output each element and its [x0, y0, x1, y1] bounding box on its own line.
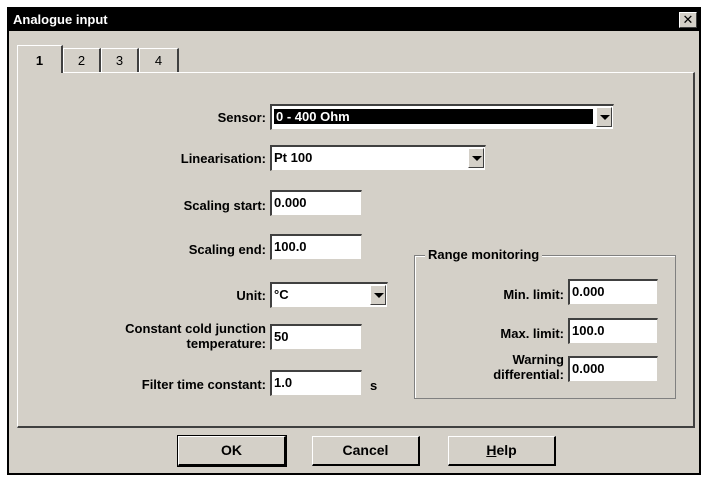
max-limit-label: Max. limit: — [500, 326, 564, 341]
filter-label: Filter time constant: — [141, 377, 266, 392]
ok-button[interactable]: OK — [177, 435, 287, 467]
window-title: Analogue input — [13, 12, 108, 27]
help-button-label: elp — [496, 442, 517, 458]
unit-label: Unit: — [236, 288, 266, 303]
chevron-down-icon[interactable] — [468, 148, 484, 168]
warning-differential-input[interactable]: 0.000 — [568, 356, 658, 382]
filter-input[interactable]: 1.0 — [270, 370, 362, 396]
warning-label-line2: differential: — [493, 367, 564, 382]
cold-junction-label: Constant cold junction temperature: — [96, 321, 266, 351]
tab-1[interactable]: 1 — [17, 45, 63, 73]
cold-junction-input[interactable]: 50 — [270, 324, 362, 350]
cold-junction-label-line1: Constant cold junction — [125, 321, 266, 336]
linearisation-dropdown[interactable]: Pt 100 — [270, 145, 486, 171]
scaling-end-label: Scaling end: — [188, 242, 266, 257]
sensor-label: Sensor: — [217, 110, 266, 125]
scaling-start-label: Scaling start: — [183, 198, 266, 213]
title-bar[interactable]: Analogue input ✕ — [9, 9, 699, 31]
sensor-dropdown[interactable]: 0 - 400 Ohm — [270, 104, 614, 130]
chevron-down-icon[interactable] — [370, 285, 386, 305]
close-icon[interactable]: ✕ — [679, 12, 697, 28]
chevron-down-icon[interactable] — [596, 107, 612, 127]
warning-differential-label: Warning differential: — [446, 352, 564, 382]
tab-3[interactable]: 3 — [101, 48, 139, 72]
sensor-value: 0 - 400 Ohm — [274, 109, 593, 124]
unit-dropdown[interactable]: °C — [270, 282, 388, 308]
help-button-hotkey: H — [486, 442, 497, 458]
unit-value: °C — [274, 287, 289, 302]
max-limit-input[interactable]: 100.0 — [568, 318, 658, 344]
linearisation-value: Pt 100 — [274, 150, 313, 165]
help-button[interactable]: Help — [448, 436, 556, 466]
tab-4[interactable]: 4 — [139, 48, 179, 72]
scaling-end-input[interactable]: 100.0 — [270, 234, 362, 260]
filter-unit: s — [370, 378, 378, 393]
cold-junction-label-line2: temperature: — [186, 336, 266, 351]
min-limit-input[interactable]: 0.000 — [568, 279, 658, 305]
linearisation-label: Linearisation: — [180, 151, 266, 166]
min-limit-label: Min. limit: — [503, 287, 564, 302]
scaling-start-input[interactable]: 0.000 — [270, 190, 362, 216]
warning-label-line1: Warning — [512, 352, 564, 367]
tab-2[interactable]: 2 — [63, 48, 101, 72]
cancel-button[interactable]: Cancel — [312, 436, 420, 466]
range-monitoring-title: Range monitoring — [425, 247, 543, 262]
